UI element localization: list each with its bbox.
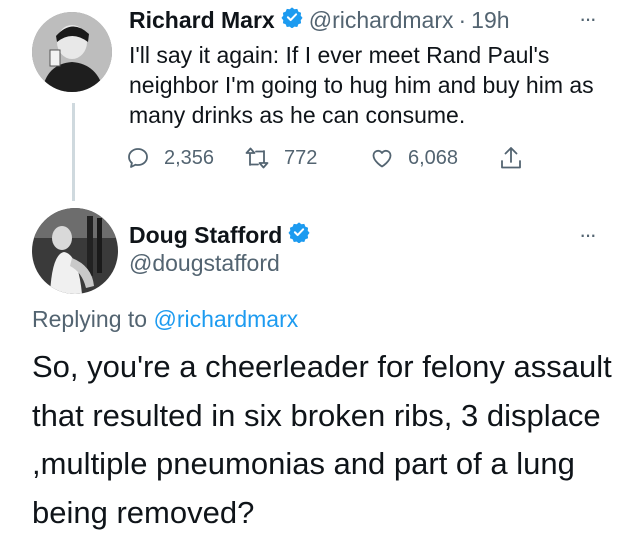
avatar-photo	[32, 208, 118, 294]
share-button[interactable]	[499, 142, 537, 174]
timestamp[interactable]: 19h	[471, 7, 509, 34]
like-count: 6,068	[408, 146, 459, 169]
reply-icon	[128, 148, 148, 168]
reply-button[interactable]: 2,356	[126, 142, 214, 174]
replying-to-line: Replying to @richardmarx	[32, 306, 298, 333]
reply-count: 2,356	[164, 146, 215, 169]
verified-badge-icon	[288, 221, 310, 249]
reply-author-name[interactable]: Doug Stafford	[129, 222, 282, 249]
author-name[interactable]: Richard Marx	[129, 7, 275, 34]
avatar-doug-stafford[interactable]	[32, 208, 118, 294]
avatar-richard-marx[interactable]	[32, 12, 112, 92]
verified-badge-icon	[281, 6, 303, 34]
more-options-icon[interactable]: ···	[579, 222, 597, 248]
like-button[interactable]: 6,068	[370, 142, 458, 174]
replying-to-label: Replying to	[32, 306, 148, 332]
retweet-count: 772	[284, 146, 318, 169]
author-handle[interactable]: @richardmarx	[309, 7, 454, 34]
more-options-icon[interactable]: ···	[579, 6, 597, 32]
tweet-header: Richard Marx @richardmarx · 19h	[129, 4, 510, 36]
heart-icon	[372, 149, 392, 168]
thread-connector-line	[72, 103, 75, 201]
reply-author-header: Doug Stafford	[129, 219, 316, 251]
share-icon	[501, 147, 521, 169]
separator-dot: ·	[458, 6, 467, 33]
tweet-text: I'll say it again: If I ever meet Rand P…	[129, 42, 594, 128]
reply-text: So, you're a cheerleader for felony assa…	[32, 349, 612, 530]
retweet-icon	[245, 147, 269, 169]
reply-author-handle[interactable]: @dougstafford	[129, 250, 280, 277]
retweet-button[interactable]: 772	[244, 142, 317, 174]
replying-to-mention[interactable]: @richardmarx	[153, 306, 298, 332]
avatar-photo	[32, 12, 112, 92]
